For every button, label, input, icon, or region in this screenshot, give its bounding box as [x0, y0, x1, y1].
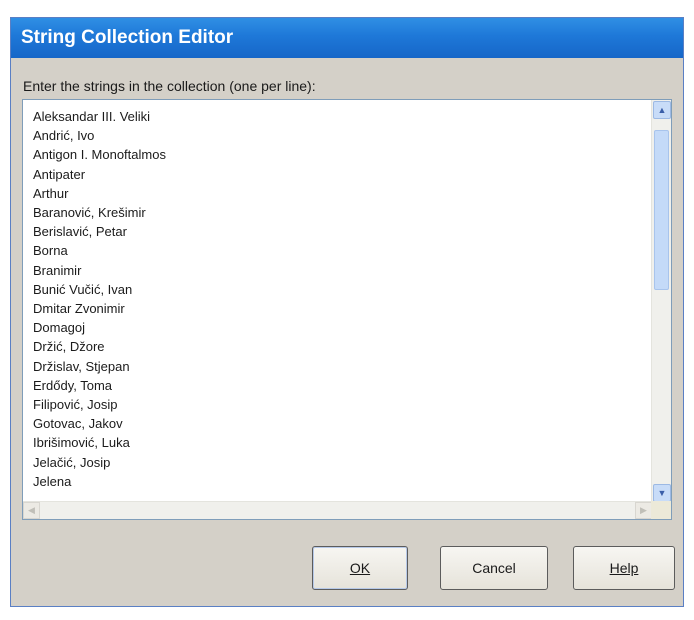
ok-button[interactable]: OK [312, 546, 408, 590]
string-line[interactable]: Andrić, Ivo [33, 126, 645, 145]
string-line[interactable]: Arthur [33, 184, 645, 203]
help-button-label: Help [609, 560, 639, 576]
string-line[interactable]: Filipović, Josip [33, 395, 645, 414]
string-line[interactable]: Antipater [33, 165, 645, 184]
string-line[interactable]: Ibrišimović, Luka [33, 433, 645, 452]
string-line[interactable]: Gotovac, Jakov [33, 414, 645, 433]
string-collection-editor-dialog: String Collection Editor Enter the strin… [10, 17, 684, 607]
instruction-label: Enter the strings in the collection (one… [23, 78, 316, 94]
scroll-right-arrow-icon[interactable]: ▶ [635, 502, 652, 519]
horizontal-scrollbar[interactable]: ◀ ▶ [23, 501, 652, 519]
vertical-scrollbar[interactable]: ▲ ▼ [651, 100, 671, 503]
string-line[interactable]: Dmitar Zvonimir [33, 299, 645, 318]
string-line[interactable]: Domagoj [33, 318, 645, 337]
help-button[interactable]: Help [573, 546, 675, 590]
scrollbar-corner [651, 501, 671, 519]
string-line[interactable]: Baranović, Krešimir [33, 203, 645, 222]
string-line[interactable]: Borna [33, 241, 645, 260]
string-line[interactable]: Držić, Džore [33, 337, 645, 356]
strings-list[interactable]: Aleksandar III. Veliki Andrić, Ivo Antigon… [33, 107, 645, 491]
string-line[interactable]: Jelena [33, 472, 645, 491]
string-line[interactable]: Branimir [33, 261, 645, 280]
ok-button-label: OK [349, 560, 371, 576]
string-line[interactable]: Aleksandar III. Veliki [33, 107, 645, 126]
string-line[interactable]: Jelačić, Josip [33, 453, 645, 472]
string-line[interactable]: Erdődy, Toma [33, 376, 645, 395]
cancel-button[interactable]: Cancel [440, 546, 548, 590]
strings-textarea[interactable]: Aleksandar III. Veliki Andrić, Ivo Antigon… [22, 99, 672, 520]
window-title: String Collection Editor [21, 27, 234, 48]
scroll-up-arrow-icon[interactable]: ▲ [653, 101, 671, 119]
scroll-down-arrow-icon[interactable]: ▼ [653, 484, 671, 502]
string-line[interactable]: Antigon I. Monoftalmos [33, 145, 645, 164]
string-line[interactable]: Berislavić, Petar [33, 222, 645, 241]
vertical-scroll-thumb[interactable] [654, 130, 669, 290]
string-line[interactable]: Bunić Vučić, Ivan [33, 280, 645, 299]
title-bar[interactable]: String Collection Editor [11, 18, 683, 58]
cancel-button-label: Cancel [472, 560, 516, 576]
scroll-left-arrow-icon[interactable]: ◀ [23, 502, 40, 519]
string-line[interactable]: Držislav, Stjepan [33, 357, 645, 376]
